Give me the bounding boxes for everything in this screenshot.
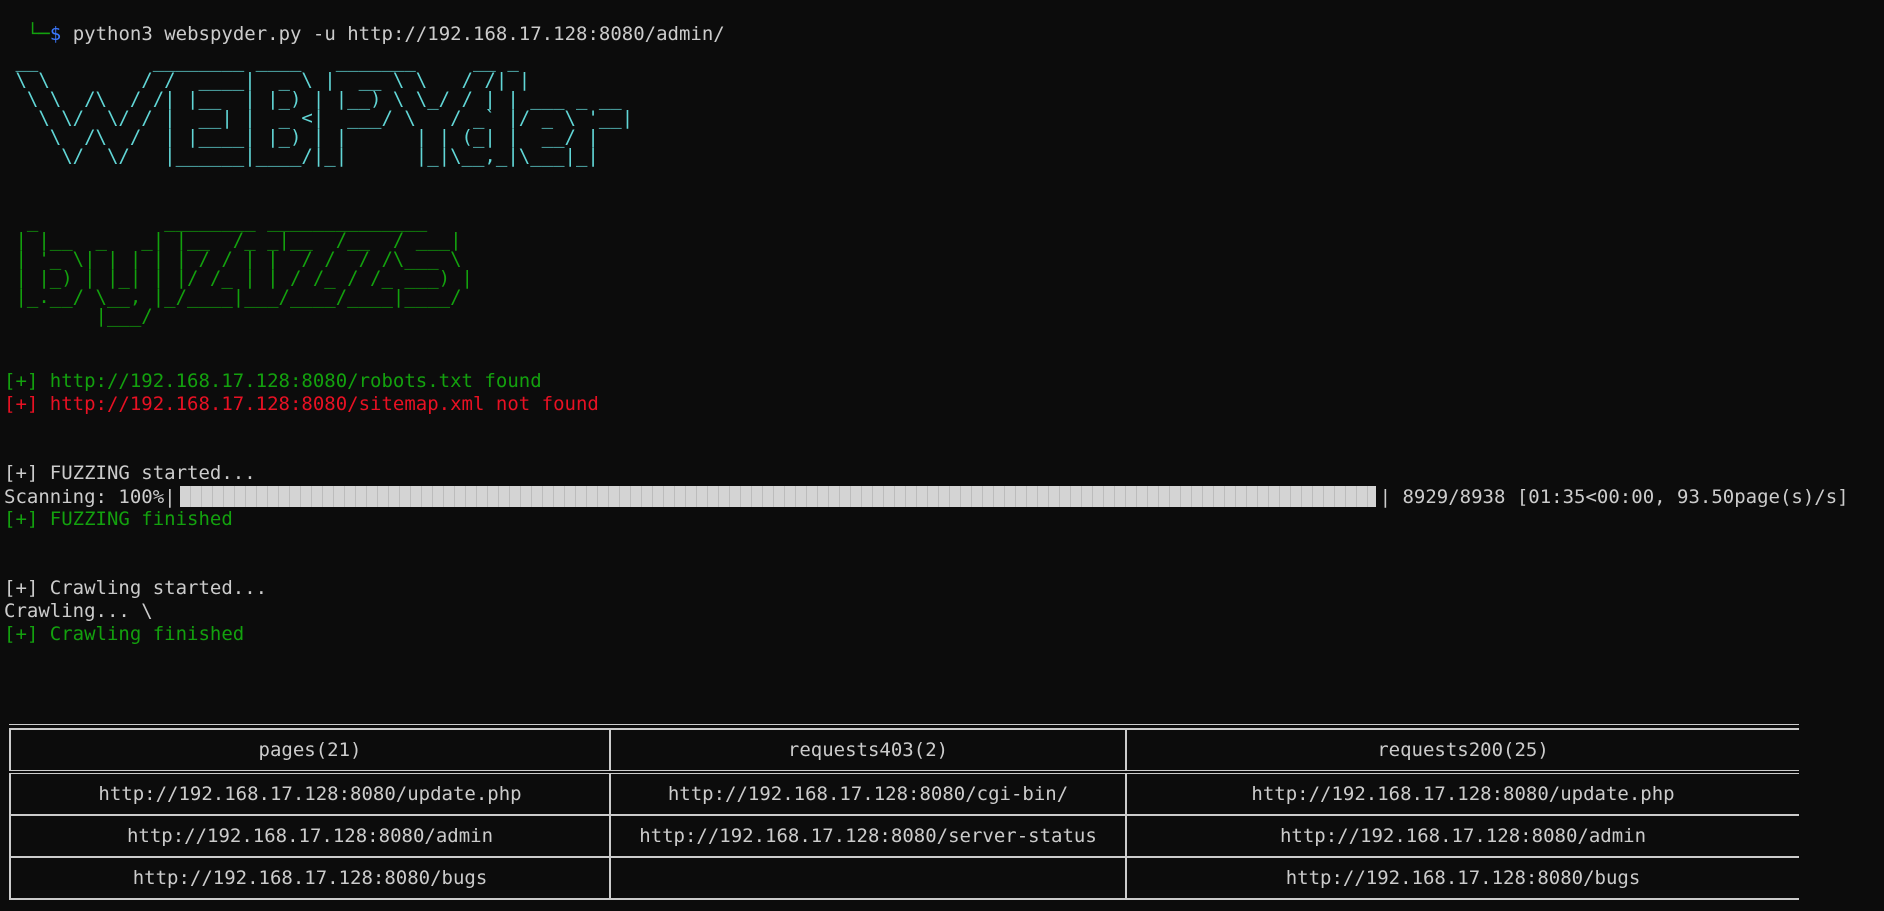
table-cell: http://192.168.17.128:8080/update.php (9, 771, 611, 816)
scanning-progress-bar (179, 486, 1376, 507)
crawling-finished-line: [+] Crawling finished (4, 623, 245, 645)
scanning-progress-fill (179, 486, 1376, 507)
table-row: http://192.168.17.128:8080/admin http://… (9, 814, 1799, 858)
results-table-container: pages(21) requests403(2) requests200(25)… (9, 724, 1799, 911)
scanning-progress-row: Scanning: 100%| | 8929/8938 [01:35<00:00,… (4, 485, 1849, 508)
command-text: python3 webspyder.py -u http://192.168.1… (72, 23, 725, 45)
crawling-spinner-line: Crawling... \ (4, 600, 153, 622)
results-table: pages(21) requests403(2) requests200(25)… (9, 728, 1799, 900)
webspyder-ascii-banner: __ ________ ____ _______ __ _ \ \ / / __… (15, 50, 634, 167)
table-row: http://192.168.17.128:8080/update.php ht… (9, 771, 1799, 816)
fuzzing-finished-line: [+] FUZZING finished (4, 508, 233, 530)
crawling-started-line: [+] Crawling started... (4, 577, 268, 599)
sitemap-not-found-line: [+] http://192.168.17.128:8080/sitemap.x… (4, 393, 599, 415)
robots-found-line: [+] http://192.168.17.128:8080/robots.tx… (4, 370, 542, 392)
table-cell: http://192.168.17.128:8080/bugs (9, 856, 611, 900)
scanning-label: Scanning: 100%| (4, 485, 176, 508)
table-cell (609, 856, 1127, 900)
column-header-requests200: requests200(25) (1125, 728, 1799, 774)
table-row: http://192.168.17.128:8080/bugs http://1… (9, 856, 1799, 900)
byliz-ascii-banner: _ ________ ______________ | |__ _ _| |__… (15, 210, 473, 327)
table-cell: http://192.168.17.128:8080/bugs (1125, 856, 1799, 900)
table-cell: http://192.168.17.128:8080/update.php (1125, 771, 1799, 816)
prompt-corner: └─ (26, 23, 50, 45)
table-cell: http://192.168.17.128:8080/cgi-bin/ (609, 771, 1127, 816)
table-cell: http://192.168.17.128:8080/admin (9, 814, 611, 858)
table-cell: http://192.168.17.128:8080/admin (1125, 814, 1799, 858)
scanning-stats: | 8929/8938 [01:35<00:00, 93.50page(s)/s… (1379, 485, 1849, 508)
column-header-requests403: requests403(2) (609, 728, 1127, 774)
column-header-pages: pages(21) (9, 728, 611, 774)
table-cell: http://192.168.17.128:8080/server-status (609, 814, 1127, 858)
prompt-symbol: $ (49, 23, 62, 45)
command-line: └─$ python3 webspyder.py -u http://192.1… (4, 0, 725, 45)
fuzzing-started-line: [+] FUZZING started... (4, 462, 256, 484)
table-header-row: pages(21) requests403(2) requests200(25) (9, 728, 1799, 774)
